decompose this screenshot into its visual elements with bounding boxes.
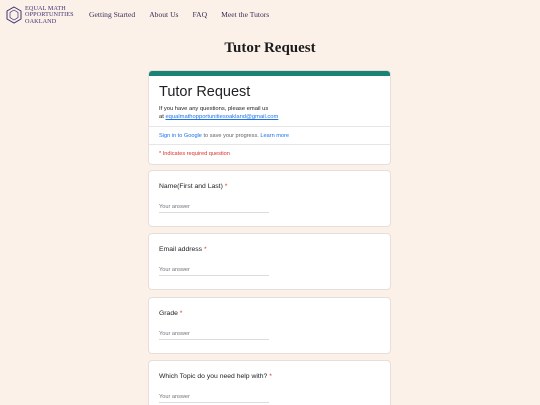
nav-meet-the-tutors[interactable]: Meet the Tutors — [221, 10, 269, 19]
required-note: * Indicates required question — [159, 151, 230, 157]
divider — [149, 144, 390, 145]
question-text: Which Topic do you need help with? — [159, 373, 268, 380]
question-text: Name(First and Last) — [159, 183, 223, 190]
question-name: Name(First and Last) * Your answer — [148, 170, 391, 227]
grade-input[interactable]: Your answer — [159, 331, 269, 340]
signin-text: to save your progress. — [201, 133, 261, 139]
question-grade: Grade * Your answer — [148, 297, 391, 354]
form-header-card: Tutor Request If you have any questions,… — [148, 70, 391, 165]
question-label: Name(First and Last) * — [159, 183, 227, 190]
nav-about-us[interactable]: About Us — [149, 10, 178, 19]
required-asterisk: * — [224, 183, 228, 190]
logo-line: OAKLAND — [25, 17, 57, 25]
learn-more-link[interactable]: Learn more — [260, 133, 289, 139]
required-asterisk: * — [203, 246, 207, 253]
form-title: Tutor Request — [159, 84, 251, 100]
page-title: Tutor Request — [224, 40, 316, 56]
question-text: Grade — [159, 310, 178, 317]
question-label: Which Topic do you need help with? * — [159, 373, 272, 380]
question-label: Email address * — [159, 246, 207, 253]
site-header: EQUAL MATH OPPORTUNITIES OAKLAND Getting… — [0, 0, 540, 30]
logo-icon[interactable] — [5, 6, 23, 24]
form-description: If you have any questions, please email … — [159, 105, 278, 121]
signin-line: Sign in to Google to save your progress.… — [159, 133, 289, 139]
question-email: Email address * Your answer — [148, 233, 391, 290]
divider — [149, 126, 390, 127]
name-input[interactable]: Your answer — [159, 204, 269, 213]
accent-bar — [149, 71, 390, 76]
nav-menu: Getting Started About Us FAQ Meet the Tu… — [89, 10, 283, 19]
question-label: Grade * — [159, 310, 182, 317]
description-text: If you have any questions, please email … — [159, 106, 269, 112]
required-asterisk: * — [179, 310, 183, 317]
question-topic: Which Topic do you need help with? * You… — [148, 360, 391, 405]
email-input[interactable]: Your answer — [159, 267, 269, 276]
topic-input[interactable]: Your answer — [159, 394, 269, 403]
signin-link[interactable]: Sign in to Google — [159, 133, 202, 139]
nav-faq[interactable]: FAQ — [193, 10, 208, 19]
question-text: Email address — [159, 246, 203, 253]
nav-getting-started[interactable]: Getting Started — [89, 10, 135, 19]
logo-text[interactable]: EQUAL MATH OPPORTUNITIES OAKLAND — [25, 5, 74, 25]
required-asterisk: * — [269, 373, 272, 380]
email-link[interactable]: equalmathopportunitiesoakland@gmail.com — [165, 114, 278, 120]
